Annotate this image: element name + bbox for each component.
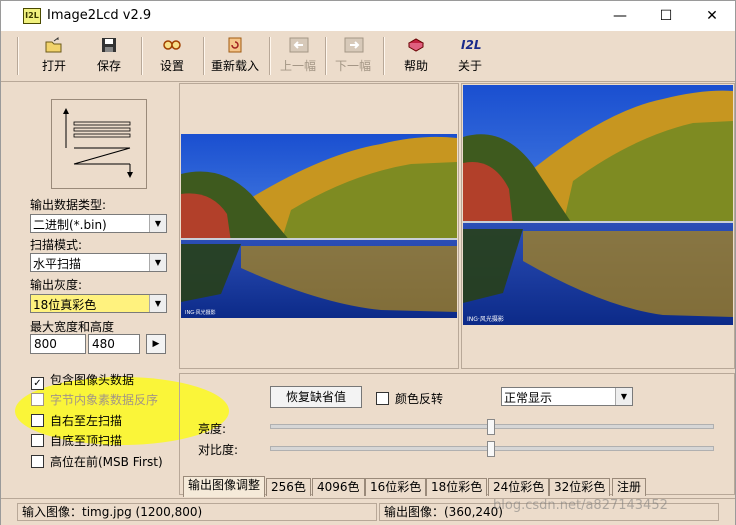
input-image-pane: ING·风光摄影 (179, 83, 459, 369)
apply-size-button[interactable]: ▶ (146, 334, 166, 354)
save-button[interactable]: 保存 (92, 37, 126, 77)
next-image-button[interactable]: 下一幅 (333, 37, 373, 77)
previous-image-button[interactable]: 上一幅 (278, 37, 318, 77)
chevron-down-icon: ▼ (149, 254, 166, 271)
gray-level-label: 输出灰度: (30, 278, 83, 292)
checkbox-icon (31, 434, 44, 447)
contrast-slider-thumb[interactable] (487, 441, 495, 457)
contrast-label: 对比度: (198, 443, 239, 457)
max-size-label: 最大宽度和高度 (30, 320, 115, 334)
bottom-to-top-checkbox[interactable]: 自底至顶扫描 (31, 432, 122, 450)
settings-panel: 输出数据类型: 二进制(*.bin) ▼ 扫描模式: 水平扫描 ▼ 输出灰度: … (15, 83, 229, 495)
tab-16bit-color[interactable]: 16位彩色 (365, 478, 427, 496)
about-logo-icon: I2L (461, 38, 482, 52)
minimize-button[interactable]: — (597, 1, 643, 31)
msb-first-checkbox[interactable]: 高位在前(MSB First) (31, 453, 163, 471)
output-image-pane: ING·风光摄影 (461, 83, 735, 369)
scan-mode-select[interactable]: 水平扫描 ▼ (30, 253, 167, 272)
include-header-checkbox[interactable]: ✓ 包含图像头数据 (31, 371, 134, 390)
window-title: Image2Lcd v2.9 (47, 8, 152, 23)
output-type-label: 输出数据类型: (30, 198, 107, 212)
help-book-icon (407, 37, 425, 53)
arrow-left-icon (289, 37, 309, 53)
checkbox-checked-icon: ✓ (31, 377, 44, 390)
toolbar-separator (141, 37, 143, 75)
reload-button[interactable]: 重新载入 (209, 37, 261, 77)
checkbox-icon (31, 393, 44, 406)
chevron-down-icon: ▼ (149, 295, 166, 312)
tab-18bit-color[interactable]: 18位彩色 (426, 478, 488, 496)
max-width-input[interactable]: 800 (30, 334, 86, 354)
about-button[interactable]: I2L 关于 (453, 37, 487, 77)
chevron-down-icon: ▼ (615, 388, 632, 405)
toolbar-separator (269, 37, 271, 75)
scan-direction-preview (51, 99, 147, 189)
checkbox-icon (376, 392, 389, 405)
close-button[interactable]: ✕ (689, 1, 735, 31)
tab-256-colors[interactable]: 256色 (266, 478, 311, 496)
input-image-status: 输入图像：timg.jpg (1200,800) (17, 503, 377, 521)
reverse-pixel-bytes-checkbox[interactable]: 字节内象素数据反序 (31, 391, 158, 409)
checkbox-icon (31, 414, 44, 427)
output-image: ING·风光摄影 (463, 85, 733, 325)
app-window: I2L Image2Lcd v2.9 — ☐ ✕ 打开 保存 设置 重新载入 上… (0, 0, 736, 525)
app-logo-icon: I2L (23, 8, 41, 24)
chevron-down-icon: ▼ (149, 215, 166, 232)
tab-4096-colors[interactable]: 4096色 (312, 478, 365, 496)
toolbar-separator (17, 37, 19, 75)
toolbar-separator (325, 37, 327, 75)
maximize-button[interactable]: ☐ (643, 1, 689, 31)
open-folder-icon (45, 37, 63, 53)
invert-color-checkbox[interactable]: 颜色反转 (376, 390, 443, 408)
gray-level-select[interactable]: 18位真彩色 ▼ (30, 294, 167, 313)
tab-register[interactable]: 注册 (612, 478, 647, 496)
tab-output-adjust[interactable]: 输出图像调整 (183, 476, 266, 497)
play-arrow-icon: ▶ (152, 339, 160, 349)
blog-watermark: blog.csdn.net/a827143452 (493, 498, 668, 513)
toolbar-separator (383, 37, 385, 75)
open-button[interactable]: 打开 (37, 37, 71, 77)
help-button[interactable]: 帮助 (399, 37, 433, 77)
right-to-left-checkbox[interactable]: 自右至左扫描 (31, 412, 122, 430)
glasses-icon (163, 37, 181, 53)
reload-icon (226, 37, 244, 53)
tab-32bit-color[interactable]: 32位彩色 (549, 478, 611, 496)
output-type-select[interactable]: 二进制(*.bin) ▼ (30, 214, 167, 233)
display-mode-select[interactable]: 正常显示 ▼ (501, 387, 633, 406)
title-bar: I2L Image2Lcd v2.9 — ☐ ✕ (1, 1, 735, 31)
arrow-right-icon (344, 37, 364, 53)
toolbar-separator (203, 37, 205, 75)
scan-pattern-icon (63, 108, 133, 178)
settings-button[interactable]: 设置 (155, 37, 189, 77)
checkbox-icon (31, 455, 44, 468)
photo-watermark-text: ING·风光摄影 (467, 315, 504, 323)
restore-defaults-button[interactable]: 恢复缺省值 (270, 386, 362, 408)
photo-watermark-text: ING·风光摄影 (185, 309, 216, 316)
toolbar: 打开 保存 设置 重新载入 上一幅 下一幅 帮助 I2L 关于 (1, 31, 735, 82)
input-image: ING·风光摄影 (181, 134, 457, 318)
brightness-slider-thumb[interactable] (487, 419, 495, 435)
tab-24bit-color[interactable]: 24位彩色 (488, 478, 550, 496)
max-height-input[interactable]: 480 (88, 334, 140, 354)
color-depth-tabs: 输出图像调整 256色 4096色 16位彩色 18位彩色 24位彩色 32位彩… (181, 476, 736, 497)
scan-mode-label: 扫描模式: (30, 238, 83, 252)
floppy-disk-icon (100, 37, 118, 53)
brightness-label: 亮度: (198, 422, 227, 436)
